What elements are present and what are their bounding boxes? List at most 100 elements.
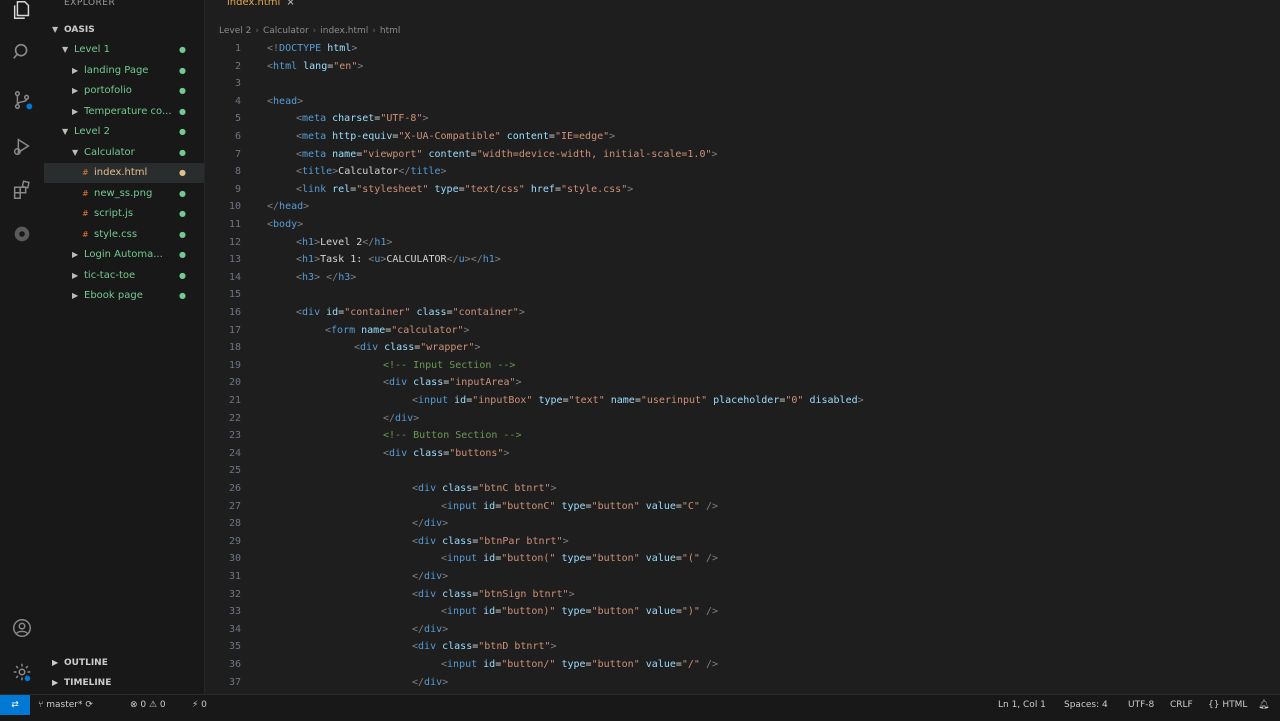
panel-section-outline[interactable]: ▶ OUTLINE bbox=[44, 653, 204, 673]
account-icon[interactable] bbox=[0, 610, 44, 646]
code-token: </ bbox=[412, 518, 425, 530]
editor-tab-index-html[interactable]: index.html × bbox=[217, 0, 305, 13]
source-control-icon[interactable] bbox=[0, 82, 44, 118]
code-token: "userinput" bbox=[640, 395, 708, 406]
code-token: "btnC btnrt" bbox=[478, 483, 551, 494]
tree-item[interactable]: ▶ Login Automa... ● bbox=[44, 245, 204, 265]
code-token: > bbox=[474, 342, 481, 354]
tree-item[interactable]: # script.js ● bbox=[44, 204, 204, 224]
code-token: div bbox=[424, 571, 443, 582]
code-text: <h3> </h3> bbox=[296, 269, 356, 286]
breadcrumb-item[interactable]: Level 2 bbox=[219, 26, 251, 36]
git-status-dot: ● bbox=[179, 106, 186, 116]
code-editor[interactable]: 1 <!DOCTYPE html> 2 <html lang="en"> 3 4 <head… bbox=[205, 40, 1280, 690]
tree-item[interactable]: ▶ tic-tac-toe ● bbox=[44, 266, 204, 286]
code-token: class bbox=[442, 641, 473, 653]
chevron-right-icon: ▶ bbox=[52, 658, 59, 667]
code-token: </ bbox=[362, 236, 375, 248]
code-token: "inputBox" bbox=[472, 395, 533, 406]
line-number: 5 bbox=[234, 113, 241, 125]
code-token: h1 bbox=[302, 254, 315, 266]
git-status-dot: ● bbox=[179, 229, 186, 239]
code-token: value bbox=[639, 659, 676, 670]
line-number: 2 bbox=[234, 60, 241, 72]
code-token: "text" bbox=[568, 395, 605, 406]
code-token: "C" bbox=[681, 500, 700, 512]
code-token: id bbox=[454, 395, 467, 406]
code-token: "en" bbox=[333, 60, 358, 72]
tree-item[interactable]: ▼ Calculator ● bbox=[44, 143, 204, 163]
workspace-root[interactable]: ▼ OASIS bbox=[44, 20, 204, 40]
code-token: > bbox=[357, 60, 364, 72]
search-icon[interactable] bbox=[0, 34, 44, 70]
section-label: TIMELINE bbox=[64, 678, 112, 688]
language-mode[interactable]: {} HTML bbox=[1208, 695, 1247, 715]
code-token: "wrapper" bbox=[420, 342, 475, 354]
line-number: 25 bbox=[228, 465, 241, 477]
code-token: h1 bbox=[302, 236, 315, 248]
line-number: 24 bbox=[228, 447, 241, 459]
breadcrumb-item[interactable]: html bbox=[380, 26, 401, 36]
code-token: name bbox=[332, 148, 357, 160]
chevron-right-icon: › bbox=[312, 26, 317, 36]
extensions-icon[interactable] bbox=[0, 172, 44, 208]
code-token: "btnPar btnrt" bbox=[478, 535, 563, 547]
code-token: div bbox=[418, 641, 443, 653]
panel-section-timeline[interactable]: ▶ TIMELINE bbox=[44, 673, 204, 693]
explorer-icon[interactable] bbox=[0, 0, 44, 28]
code-token: "inputArea" bbox=[449, 377, 516, 389]
tree-item[interactable]: ▼ Level 1 ● bbox=[44, 40, 204, 60]
tree-item[interactable]: ▶ landing Page ● bbox=[44, 61, 204, 81]
breadcrumb-item[interactable]: index.html bbox=[320, 26, 368, 36]
close-icon[interactable]: × bbox=[286, 0, 294, 8]
code-token: "X-UA-Compatible" bbox=[398, 131, 501, 142]
tree-item[interactable]: ▶ Ebook page ● bbox=[44, 286, 204, 306]
tree-item[interactable]: ▼ Level 2 ● bbox=[44, 122, 204, 142]
code-token: div bbox=[395, 412, 414, 424]
code-token: > bbox=[413, 412, 420, 424]
tree-item[interactable]: # new_ss.png ● bbox=[44, 184, 204, 204]
problems-indicator[interactable]: ⊗ 0 ⚠ 0 bbox=[130, 695, 166, 715]
run-debug-icon[interactable] bbox=[0, 128, 44, 164]
chevron-right-icon: ▶ bbox=[52, 678, 59, 687]
code-token: "btnD btnrt" bbox=[478, 641, 551, 653]
git-status-dot: ● bbox=[179, 250, 186, 259]
activity-bar bbox=[0, 0, 45, 694]
cursor-position[interactable]: Ln 1, Col 1 bbox=[998, 695, 1046, 715]
encoding-setting[interactable]: UTF-8 bbox=[1128, 695, 1154, 715]
code-token: link bbox=[302, 183, 333, 195]
indentation-setting[interactable]: Spaces: 4 bbox=[1064, 695, 1108, 715]
tree-item-label: portofolio bbox=[84, 85, 132, 96]
breadcrumb-item[interactable]: Calculator bbox=[263, 26, 309, 36]
eol-setting[interactable]: CRLF bbox=[1170, 695, 1193, 715]
git-branch[interactable]: ⑂ master* ⟳ bbox=[38, 695, 93, 715]
ports-indicator[interactable]: ⚡ 0 bbox=[192, 695, 207, 715]
tree-item[interactable]: ▶ Temperature co... ● bbox=[44, 102, 204, 122]
code-text: </div> bbox=[412, 674, 448, 690]
explorer-sidebar: EXPLORER ▼ OASIS ▼ Level 1 ● ▶ landing Page ●… bbox=[44, 0, 205, 694]
remote-indicator-icon[interactable]: ⇄ bbox=[0, 695, 30, 715]
tree-item-label: Level 1 bbox=[74, 44, 110, 55]
code-token: type bbox=[428, 183, 459, 195]
code-token: input bbox=[447, 553, 484, 565]
tree-item[interactable]: ▶ portofolio ● bbox=[44, 81, 204, 101]
tree-item-label: new_ss.png bbox=[94, 187, 153, 199]
remote-explorer-icon[interactable] bbox=[0, 216, 44, 252]
chevron-down-icon: ▼ bbox=[62, 45, 69, 54]
sync-icon[interactable]: ⟳ bbox=[85, 700, 93, 710]
code-token: > bbox=[386, 236, 393, 248]
code-token: value bbox=[639, 553, 676, 565]
tree-item-label: landing Page bbox=[84, 64, 149, 76]
code-token: class bbox=[410, 307, 447, 318]
file-icon: # bbox=[82, 188, 89, 198]
line-number: 22 bbox=[228, 412, 241, 424]
code-token: div bbox=[424, 518, 443, 530]
code-token: input bbox=[418, 395, 455, 406]
code-token: "(" bbox=[681, 553, 700, 565]
line-number: 19 bbox=[228, 359, 241, 371]
tree-item[interactable]: # style.css ● bbox=[44, 225, 204, 245]
notifications-bell-icon[interactable]: 🔔︎ bbox=[1258, 695, 1269, 715]
tree-item[interactable]: # index.html ● bbox=[44, 163, 204, 183]
settings-gear-icon[interactable] bbox=[0, 654, 44, 690]
git-status-dot: ● bbox=[179, 291, 186, 300]
